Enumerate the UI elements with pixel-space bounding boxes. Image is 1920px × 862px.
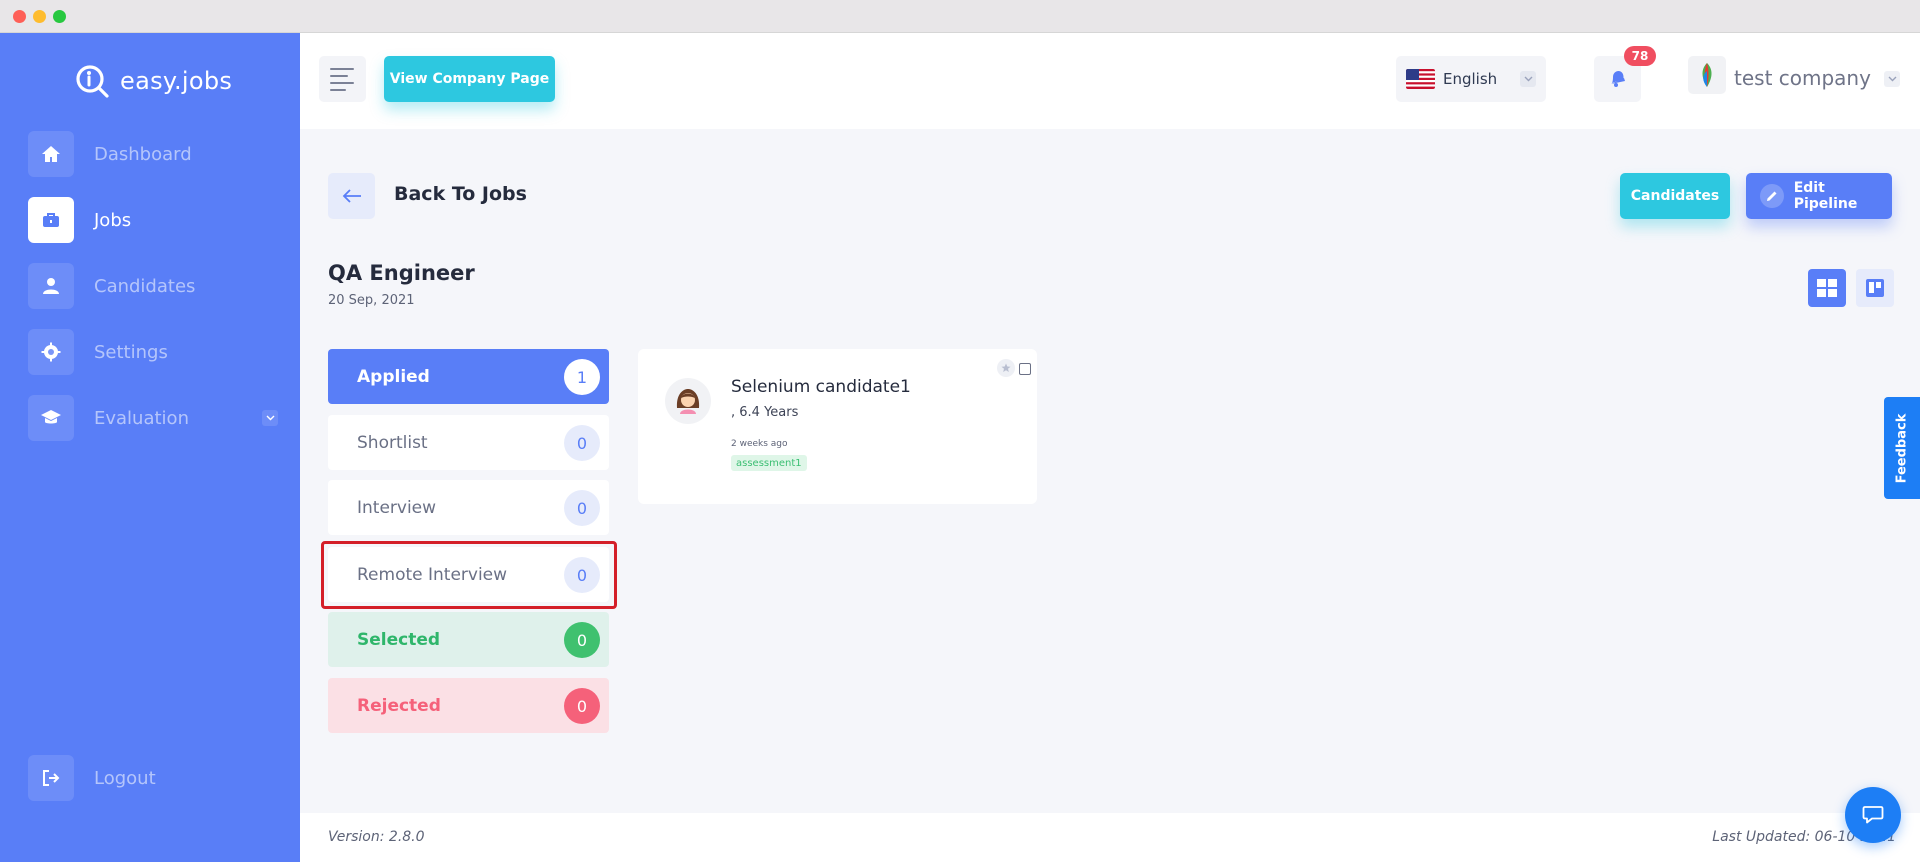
stage-count-badge: 0 <box>564 490 600 526</box>
stage-count-badge: 0 <box>564 622 600 658</box>
stage-label: Shortlist <box>357 432 428 453</box>
feedback-label: Feedback <box>1894 413 1910 483</box>
sidebar-item-label: Candidates <box>94 275 196 297</box>
main-content: Back To Jobs Candidates Edit Pipeline QA… <box>300 129 1920 813</box>
brand-logo[interactable]: easy.jobs <box>72 58 232 104</box>
stage-selected[interactable]: Selected 0 <box>328 612 609 667</box>
us-flag-icon <box>1406 69 1435 89</box>
gear-icon <box>28 329 74 375</box>
sidebar-item-settings[interactable]: Settings <box>28 329 278 375</box>
graduation-cap-icon <box>28 395 74 441</box>
language-select[interactable]: English <box>1396 56 1546 102</box>
candidate-select-checkbox[interactable] <box>1019 363 1031 375</box>
company-name[interactable]: test company <box>1734 66 1871 90</box>
stage-rejected[interactable]: Rejected 0 <box>328 678 609 733</box>
sidebar-item-label: Dashboard <box>94 143 192 165</box>
stage-remote-interview[interactable]: Remote Interview 0 <box>328 547 609 602</box>
bell-icon <box>1610 71 1625 87</box>
arrow-left-icon <box>342 189 361 203</box>
window-titlebar <box>0 0 1920 33</box>
stage-shortlist[interactable]: Shortlist 0 <box>328 415 609 470</box>
stage-label: Rejected <box>357 695 441 716</box>
sidebar-item-dashboard[interactable]: Dashboard <box>28 131 278 177</box>
avatar <box>665 378 711 424</box>
chat-widget-button[interactable] <box>1845 787 1901 843</box>
hamburger-line-icon <box>330 74 348 77</box>
edit-pipeline-label: Edit Pipeline <box>1793 180 1858 212</box>
candidate-name[interactable]: Selenium candidate1 <box>731 377 911 397</box>
sidebar: easy.jobs Dashboard Jobs Candidates Sett… <box>0 33 300 862</box>
hamburger-line-icon <box>330 81 354 84</box>
stage-label: Interview <box>357 497 437 518</box>
chevron-down-icon[interactable] <box>1884 71 1900 87</box>
job-title: QA Engineer <box>328 261 475 285</box>
stage-applied[interactable]: Applied 1 <box>328 349 609 404</box>
window-maximize-button[interactable] <box>53 10 66 23</box>
kanban-view-icon <box>1866 279 1884 297</box>
hamburger-line-icon <box>330 88 346 91</box>
sidebar-item-label: Evaluation <box>94 407 189 429</box>
version-label: Version: 2.8.0 <box>328 829 425 845</box>
star-icon[interactable] <box>997 359 1015 377</box>
board-view-button[interactable] <box>1856 269 1894 307</box>
chat-bubble-icon <box>1862 806 1884 824</box>
sidebar-item-label: Settings <box>94 341 168 363</box>
stage-label: Remote Interview <box>357 564 508 585</box>
window-minimize-button[interactable] <box>33 10 46 23</box>
notification-count-badge: 78 <box>1624 46 1656 66</box>
stage-count-badge: 0 <box>564 688 600 724</box>
stage-label: Applied <box>357 366 430 387</box>
job-date: 20 Sep, 2021 <box>328 293 415 308</box>
brand-name: easy.jobs <box>120 67 233 95</box>
easyjobs-logo-icon <box>76 65 109 98</box>
footer: Version: 2.8.0 Last Updated: 06-10-2021 <box>300 813 1920 862</box>
pencil-icon <box>1760 184 1784 208</box>
logout-button[interactable]: Logout <box>28 755 278 801</box>
candidates-button[interactable]: Candidates <box>1620 173 1730 219</box>
view-company-page-button[interactable]: View Company Page <box>384 56 555 102</box>
hamburger-line-icon <box>330 67 354 70</box>
candidate-applied-time: 2 weeks ago <box>731 439 788 449</box>
candidate-card[interactable]: Selenium candidate1 , 6.4 Years 2 weeks … <box>638 349 1037 504</box>
stage-interview[interactable]: Interview 0 <box>328 480 609 535</box>
chevron-down-icon[interactable] <box>262 410 278 426</box>
back-button[interactable] <box>328 173 375 219</box>
user-icon <box>28 263 74 309</box>
stage-count-badge: 0 <box>564 425 600 461</box>
sidebar-item-evaluation[interactable]: Evaluation <box>28 395 278 441</box>
grid-view-button[interactable] <box>1808 269 1846 307</box>
language-label: English <box>1443 70 1498 88</box>
window-close-button[interactable] <box>13 10 26 23</box>
candidate-tag: assessment1 <box>731 455 807 471</box>
stage-count-badge: 1 <box>564 359 600 395</box>
briefcase-icon <box>28 197 74 243</box>
home-icon <box>28 131 74 177</box>
top-header: View Company Page English 78 test compan… <box>300 33 1920 129</box>
company-logo-icon[interactable] <box>1688 56 1726 94</box>
sidebar-item-candidates[interactable]: Candidates <box>28 263 278 309</box>
feedback-tab[interactable]: Feedback <box>1884 397 1920 499</box>
sidebar-item-jobs[interactable]: Jobs <box>28 197 278 243</box>
back-to-jobs-label[interactable]: Back To Jobs <box>394 183 527 205</box>
logout-icon <box>28 755 74 801</box>
edit-pipeline-button[interactable]: Edit Pipeline <box>1746 173 1892 219</box>
chevron-down-icon <box>1520 71 1536 87</box>
candidate-experience: , 6.4 Years <box>731 405 799 420</box>
sidebar-item-label: Jobs <box>94 209 132 231</box>
menu-toggle-button[interactable] <box>319 56 366 102</box>
logout-label: Logout <box>94 767 156 789</box>
stage-label: Selected <box>357 629 441 650</box>
grid-view-icon <box>1817 279 1837 297</box>
stage-count-badge: 0 <box>564 557 600 593</box>
